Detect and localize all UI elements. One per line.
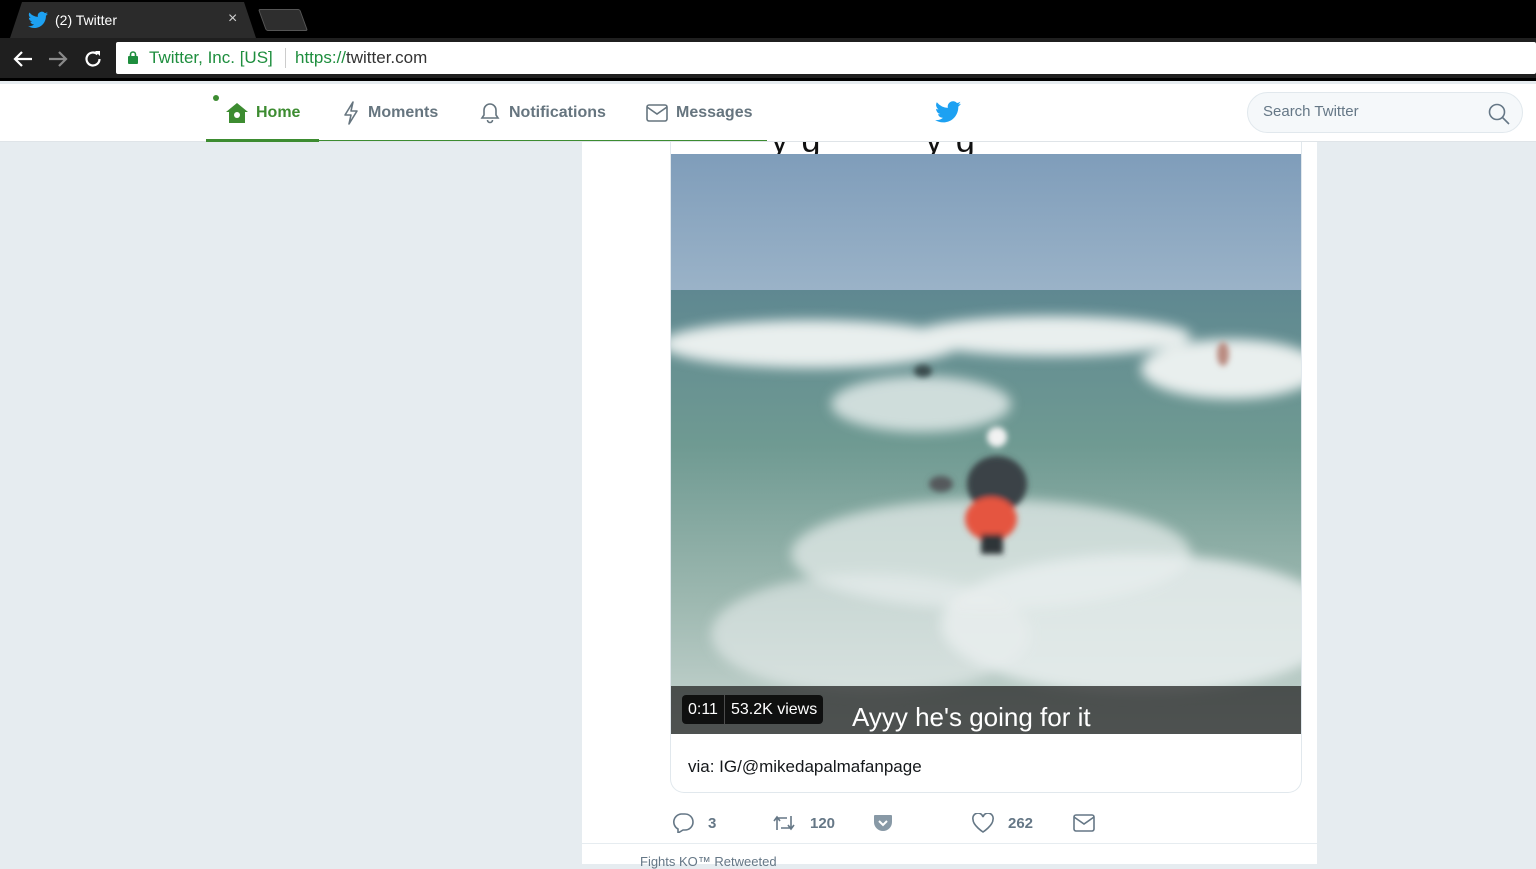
heart-icon (972, 813, 994, 833)
home-icon (226, 102, 248, 123)
like-button[interactable]: 262 (972, 810, 1033, 836)
new-tab-button[interactable] (257, 9, 309, 31)
video-duration: 0:11 (688, 700, 718, 718)
nav-moments[interactable]: Moments (342, 84, 438, 141)
tweet-divider (582, 843, 1317, 844)
video-player[interactable]: 0:11 53.2K views Ayyy he's going for it (671, 154, 1301, 734)
lock-icon (128, 51, 138, 64)
video-top-caption-strip: y g y g (671, 142, 1301, 154)
search-input[interactable] (1263, 103, 1483, 120)
timeline: y g y g (582, 142, 1317, 869)
nav-notifications-label: Notifications (509, 103, 606, 121)
direct-message-button[interactable] (1073, 810, 1095, 836)
forward-button[interactable] (46, 47, 70, 71)
nav-moments-label: Moments (368, 103, 439, 121)
search-box[interactable] (1247, 92, 1523, 133)
video-info-badge: 0:11 53.2K views (682, 695, 824, 724)
nav-home[interactable]: Home (206, 84, 319, 142)
back-arrow-icon (13, 51, 32, 67)
reload-button[interactable] (81, 47, 105, 71)
tweet-media-card[interactable]: y g y g (670, 142, 1302, 793)
cropped-caption-glyphs: y g y g (771, 142, 977, 154)
tweet-actions: 3 120 262 (672, 810, 1312, 840)
address-bar[interactable]: Twitter, Inc. [US] https://twitter.com (116, 42, 1536, 74)
reply-icon (673, 813, 694, 833)
card-caption[interactable]: via: IG/@mikedapalmafanpage (688, 757, 922, 777)
secure-origin-label[interactable]: Twitter, Inc. [US] (149, 48, 273, 68)
browser-tabstrip: (2) Twitter × (0, 0, 1536, 38)
tab-close-icon[interactable]: × (228, 10, 237, 28)
reload-icon (85, 51, 101, 67)
forward-arrow-icon (49, 51, 68, 67)
pocket-icon (874, 815, 892, 831)
retweet-count: 120 (810, 814, 836, 832)
search-icon[interactable] (1488, 103, 1510, 125)
retweet-icon (773, 815, 795, 831)
omnibox-divider (285, 48, 286, 68)
nav-home-label: Home (256, 103, 301, 121)
retweet-button[interactable]: 120 (772, 810, 835, 836)
lightning-icon (344, 100, 358, 125)
reply-count: 3 (708, 814, 717, 832)
envelope-icon (1073, 814, 1095, 832)
like-count: 262 (1008, 814, 1034, 832)
envelope-icon (646, 103, 668, 122)
tab-title: (2) Twitter (55, 12, 117, 28)
url-text[interactable]: https://twitter.com (295, 48, 427, 68)
video-subtitle: Ayyy he's going for it (852, 702, 1091, 732)
twitter-bird-icon (28, 11, 48, 29)
url-scheme: https:// (295, 48, 347, 67)
reply-button[interactable]: 3 (672, 810, 716, 836)
nav-messages-label: Messages (676, 103, 753, 121)
retweet-context: Fights KO™ Retweeted (640, 854, 777, 869)
nav-notifications[interactable]: Notifications (479, 84, 606, 141)
video-frame (671, 154, 1301, 734)
nav-messages[interactable]: Messages (646, 84, 753, 141)
back-button[interactable] (11, 47, 35, 71)
url-host: twitter.com (346, 48, 428, 67)
browser-tab[interactable]: (2) Twitter × (10, 2, 256, 38)
twitter-top-nav: Home Moments Notifications Messages (0, 84, 1536, 142)
browser-toolbar: Twitter, Inc. [US] https://twitter.com (0, 38, 1536, 81)
bell-icon (480, 102, 500, 123)
twitter-logo-icon[interactable] (935, 101, 961, 123)
video-views: 53.2K views (730, 700, 818, 718)
pocket-button[interactable] (873, 810, 893, 836)
